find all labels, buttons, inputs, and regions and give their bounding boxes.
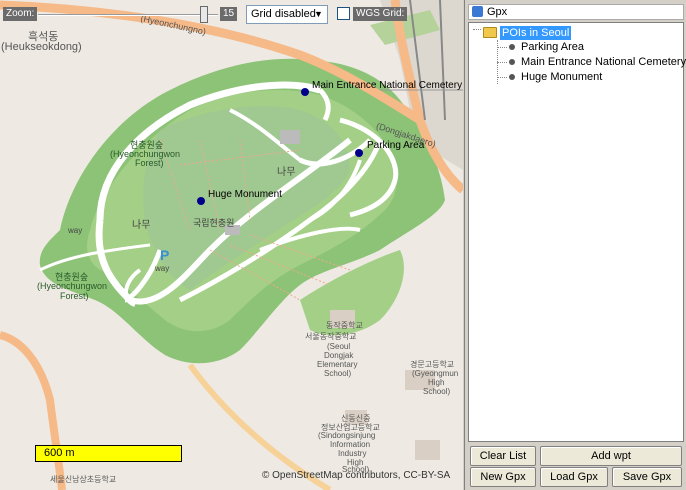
- waypoint-icon: [509, 74, 515, 80]
- map-label-bottom-school-ko: 세울신남상초등학교: [50, 475, 117, 484]
- gpx-panel: Gpx POIs in Seoul Parking Area Main Entr…: [464, 0, 686, 490]
- map-label-way-1: way: [68, 226, 83, 235]
- tree-item-label: Parking Area: [521, 41, 584, 53]
- wgs-grid-checkbox[interactable]: [337, 7, 350, 20]
- map-label-info-school-en2: Information: [330, 440, 371, 449]
- map-label-info-school-en3: Industry: [338, 449, 367, 458]
- clear-list-button[interactable]: Clear List: [470, 446, 536, 466]
- map-label-middle-school-ko: 동작중학교: [326, 321, 363, 330]
- chevron-down-icon: ▼: [314, 9, 323, 19]
- tree-item-label: Main Entrance National Cemetery: [521, 56, 686, 68]
- tree-root-label[interactable]: POIs in Seoul: [500, 26, 572, 40]
- map-label-high-school-en2: High: [428, 378, 445, 387]
- tree-item-label: Huge Monument: [521, 71, 603, 83]
- map-label-info-school-en: (Sindongsinjung: [318, 431, 376, 440]
- waypoint-icon: [509, 44, 515, 50]
- poi-label-huge-monument: Huge Monument: [208, 189, 282, 200]
- poi-label-main-entrance: Main Entrance National Cemetery: [312, 80, 463, 91]
- tree-connector: [497, 77, 507, 78]
- map-label-cemetery-ko: 국립현충원: [193, 218, 235, 228]
- map-label-forest-en-1b: Forest): [135, 158, 164, 168]
- load-gpx-button[interactable]: Load Gpx: [540, 467, 608, 487]
- wgs-grid-label: WGS Grid:: [353, 7, 408, 21]
- map-toolbar: Zoom: 15 Grid disabled ▼ WGS Grid:: [0, 4, 463, 26]
- folder-icon: [483, 27, 497, 38]
- gpx-icon: [472, 6, 483, 17]
- map-label-high-school-en: (Gyeongmun: [412, 369, 459, 378]
- map-label-middle-school-ko2: 서울동작중학교: [305, 332, 357, 341]
- map-view[interactable]: 흑석동 (Heukseokdong) (Hyeonchungno) (Dongj…: [0, 0, 463, 490]
- map-label-namu-2: 나무: [132, 220, 151, 231]
- poi-tree[interactable]: POIs in Seoul Parking Area Main Entrance…: [468, 22, 686, 442]
- tree-connector: [497, 62, 507, 63]
- waypoint-icon: [509, 59, 515, 65]
- panel-title: Gpx: [487, 6, 508, 18]
- map-label-forest-en-2b: Forest): [60, 291, 89, 301]
- map-scale-bar: 600 m: [35, 445, 182, 462]
- tree-connector: [497, 47, 507, 48]
- map-label-middle-school-en: (Seoul: [327, 342, 351, 351]
- map-label-way-2: way: [155, 264, 170, 273]
- map-label-forest-en-2a: (Hyeonchungwon: [37, 281, 108, 291]
- poi-marker-parking-area[interactable]: [355, 149, 363, 157]
- grid-select-value: Grid disabled: [251, 8, 316, 20]
- zoom-slider-track[interactable]: [38, 14, 218, 16]
- zoom-slider-thumb[interactable]: [200, 6, 208, 23]
- map-attribution: © OpenStreetMap contributors, CC-BY-SA: [262, 470, 451, 481]
- map-label-namu-1: 나무: [277, 167, 296, 178]
- map-label-middle-school-en4: School): [324, 369, 352, 378]
- map-label-middle-school-en3: Elementary: [317, 360, 358, 369]
- map-tiles: [0, 0, 463, 490]
- map-label-middle-school-en2: Dongjak: [324, 351, 354, 360]
- new-gpx-button[interactable]: New Gpx: [470, 467, 536, 487]
- save-gpx-button[interactable]: Save Gpx: [612, 467, 682, 487]
- parking-icon: P: [160, 247, 170, 263]
- map-label-high-school-en3: School): [423, 387, 451, 396]
- tree-expander[interactable]: [473, 29, 481, 30]
- zoom-value: 15: [220, 7, 238, 21]
- panel-title-bar: Gpx: [468, 4, 684, 20]
- zoom-label: Zoom:: [3, 7, 38, 21]
- poi-marker-huge-monument[interactable]: [197, 197, 205, 205]
- map-label-heukseokdong-en: (Heukseokdong): [1, 41, 82, 53]
- add-wpt-button[interactable]: Add wpt: [540, 446, 682, 466]
- poi-marker-main-entrance[interactable]: [301, 88, 309, 96]
- poi-label-parking-area: Parking Area: [367, 140, 425, 151]
- grid-select[interactable]: Grid disabled ▼: [246, 5, 328, 24]
